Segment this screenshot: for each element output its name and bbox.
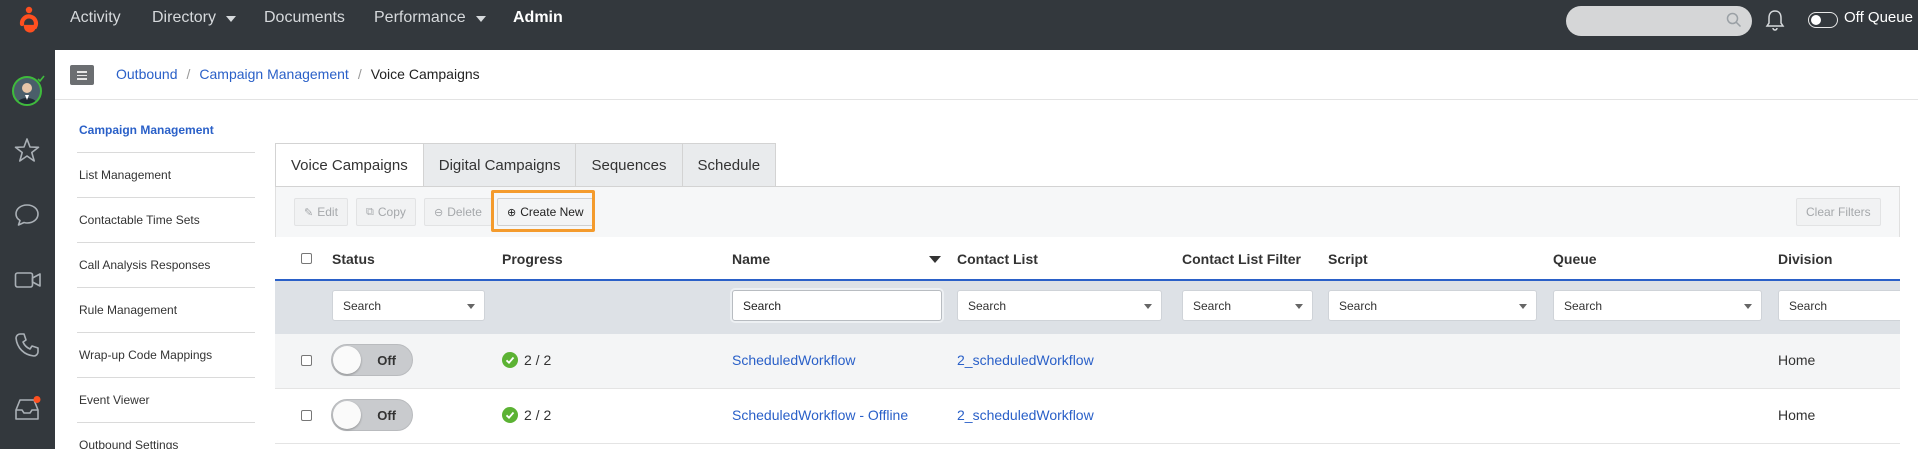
contact-list-link[interactable]: 2_scheduledWorkflow bbox=[957, 352, 1094, 368]
column-progress[interactable]: Progress bbox=[502, 251, 563, 267]
top-navigation-bar: Activity Directory Documents Performance… bbox=[0, 0, 1918, 50]
row-checkbox[interactable] bbox=[301, 355, 312, 366]
sort-descending-icon[interactable] bbox=[929, 256, 941, 263]
sidebar-item-contactable-time-sets[interactable]: Contactable Time Sets bbox=[77, 198, 255, 243]
chevron-down-icon bbox=[467, 304, 475, 309]
table-row[interactable]: Off 2 / 2 ScheduledWorkflow 2_scheduledW… bbox=[275, 334, 1900, 389]
campaign-name-link[interactable]: ScheduledWorkflow bbox=[732, 352, 855, 368]
nav-activity-label: Activity bbox=[70, 9, 121, 26]
name-filter-input[interactable] bbox=[732, 290, 942, 321]
script-filter-select[interactable]: Search bbox=[1328, 290, 1537, 321]
table-row[interactable]: Off 2 / 2 ScheduledWorkflow - Offline 2_… bbox=[275, 389, 1900, 444]
progress-cell: 2 / 2 bbox=[502, 407, 551, 423]
nav-admin-label: Admin bbox=[513, 9, 563, 26]
nav-activity[interactable]: Activity bbox=[70, 0, 121, 36]
campaign-tabs: Voice Campaigns Digital Campaigns Sequen… bbox=[275, 143, 777, 187]
presence-indicator bbox=[37, 70, 45, 83]
nav-documents-label: Documents bbox=[264, 9, 345, 26]
global-search-input[interactable] bbox=[1566, 6, 1752, 36]
campaign-name-link[interactable]: ScheduledWorkflow - Offline bbox=[732, 407, 908, 423]
minus-circle-icon: ⊖ bbox=[434, 206, 444, 219]
chat-bubble-icon[interactable] bbox=[14, 202, 40, 233]
copy-icon: ⧉ bbox=[366, 205, 374, 218]
favorites-star-icon[interactable] bbox=[14, 137, 40, 168]
nav-performance-label: Performance bbox=[374, 9, 466, 26]
breadcrumb: Outbound / Campaign Management / Voice C… bbox=[116, 66, 480, 82]
tab-voice-campaigns[interactable]: Voice Campaigns bbox=[275, 143, 424, 187]
sidebar-item-event-viewer[interactable]: Event Viewer bbox=[77, 378, 255, 423]
queue-toggle[interactable] bbox=[1808, 12, 1838, 28]
inbox-icon[interactable] bbox=[14, 396, 42, 427]
tab-sequences[interactable]: Sequences bbox=[575, 143, 683, 187]
sidebar-item-rule-management[interactable]: Rule Management bbox=[77, 288, 255, 333]
left-icon-rail bbox=[0, 50, 55, 449]
column-name[interactable]: Name bbox=[732, 251, 770, 267]
app-logo-icon[interactable] bbox=[18, 4, 40, 44]
queue-filter-select[interactable]: Search bbox=[1553, 290, 1762, 321]
column-script[interactable]: Script bbox=[1328, 251, 1368, 267]
column-queue[interactable]: Queue bbox=[1553, 251, 1597, 267]
chevron-down-icon bbox=[1144, 304, 1152, 309]
edit-button[interactable]: ✎ Edit bbox=[294, 198, 348, 226]
division-filter-select[interactable]: Search bbox=[1778, 290, 1900, 321]
sidebar-toggle-button[interactable] bbox=[70, 65, 94, 85]
progress-cell: 2 / 2 bbox=[502, 352, 551, 368]
phone-icon[interactable] bbox=[14, 332, 40, 363]
breadcrumb-bar: Outbound / Campaign Management / Voice C… bbox=[55, 50, 1918, 100]
nav-directory[interactable]: Directory bbox=[152, 0, 237, 36]
contact-list-filter-filter-select[interactable]: Search bbox=[1182, 290, 1313, 321]
breadcrumb-outbound-link[interactable]: Outbound bbox=[116, 66, 178, 82]
campaign-status-toggle[interactable]: Off bbox=[331, 399, 413, 431]
chevron-down-icon bbox=[1295, 304, 1303, 309]
division-cell: Home bbox=[1778, 352, 1816, 368]
tab-schedule[interactable]: Schedule bbox=[681, 143, 777, 187]
contact-list-filter-select[interactable]: Search bbox=[957, 290, 1162, 321]
notifications-bell-icon[interactable] bbox=[1765, 9, 1785, 36]
edit-icon: ✎ bbox=[304, 206, 314, 219]
video-camera-icon[interactable] bbox=[14, 268, 42, 297]
nav-admin[interactable]: Admin bbox=[513, 0, 563, 36]
chevron-down-icon bbox=[1519, 304, 1527, 309]
chevron-down-icon bbox=[475, 16, 486, 22]
delete-button[interactable]: ⊖ Delete bbox=[424, 198, 492, 226]
clear-filters-button[interactable]: Clear Filters bbox=[1796, 198, 1881, 226]
column-contact-list-filter[interactable]: Contact List Filter bbox=[1182, 251, 1301, 267]
queue-status-label: Off Queue bbox=[1844, 9, 1913, 26]
division-cell: Home bbox=[1778, 407, 1816, 423]
create-new-highlight bbox=[491, 190, 595, 232]
nav-directory-label: Directory bbox=[152, 9, 217, 26]
search-icon bbox=[1726, 12, 1742, 33]
select-all-checkbox[interactable] bbox=[301, 253, 312, 264]
nav-documents[interactable]: Documents bbox=[264, 0, 345, 36]
column-contact-list[interactable]: Contact List bbox=[957, 251, 1038, 267]
breadcrumb-campaign-management-link[interactable]: Campaign Management bbox=[199, 66, 348, 82]
tab-digital-campaigns[interactable]: Digital Campaigns bbox=[422, 143, 577, 187]
sidebar-item-campaign-management[interactable]: Campaign Management bbox=[77, 108, 255, 153]
row-checkbox[interactable] bbox=[301, 410, 312, 421]
check-circle-icon bbox=[502, 352, 518, 368]
chevron-down-icon bbox=[1744, 304, 1752, 309]
copy-button[interactable]: ⧉ Copy bbox=[356, 198, 416, 226]
campaign-status-toggle[interactable]: Off bbox=[331, 344, 413, 376]
sidebar-item-list-management[interactable]: List Management bbox=[77, 153, 255, 198]
column-status[interactable]: Status bbox=[332, 251, 375, 267]
column-division[interactable]: Division bbox=[1778, 251, 1832, 267]
outbound-sidebar: Campaign Management List Management Cont… bbox=[77, 108, 255, 449]
nav-performance[interactable]: Performance bbox=[374, 0, 486, 36]
sidebar-item-call-analysis-responses[interactable]: Call Analysis Responses bbox=[77, 243, 255, 288]
sidebar-item-outbound-settings[interactable]: Outbound Settings bbox=[77, 423, 255, 449]
filter-row: Search Search Search Search Search Searc… bbox=[275, 281, 1900, 334]
contact-list-link[interactable]: 2_scheduledWorkflow bbox=[957, 407, 1094, 423]
check-circle-icon bbox=[502, 407, 518, 423]
breadcrumb-current: Voice Campaigns bbox=[370, 66, 480, 82]
sidebar-item-wrap-up-code-mappings[interactable]: Wrap-up Code Mappings bbox=[77, 333, 255, 378]
table-header: Status Progress Name Contact List Contac… bbox=[275, 237, 1900, 281]
status-filter-select[interactable]: Search bbox=[332, 290, 485, 321]
chevron-down-icon bbox=[226, 16, 237, 22]
